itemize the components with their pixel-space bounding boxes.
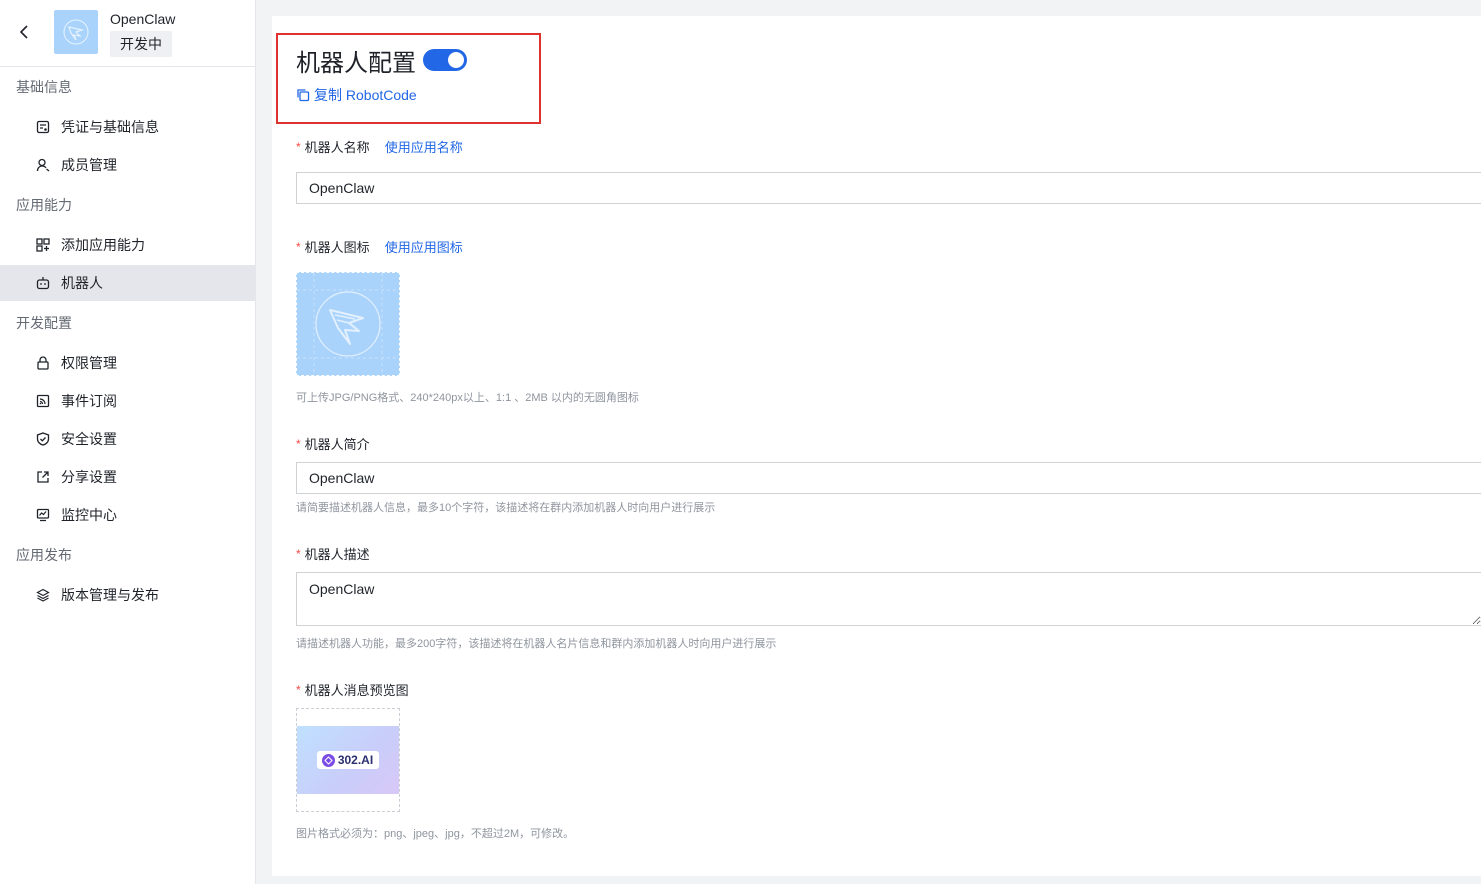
app-name: OpenClaw	[110, 11, 176, 27]
nav-group-capabilities: 应用能力	[16, 197, 72, 213]
brand-chip: 302.AI	[316, 751, 380, 769]
sidebar-item-security[interactable]: 安全设置	[0, 421, 255, 457]
robot-preview-hint: 图片格式必须为：png、jpeg、jpg，不超过2M，可修改。	[296, 828, 575, 840]
robot-desc-label: * 机器人描述	[296, 544, 370, 563]
robot-name-label-text: 机器人名称	[304, 140, 370, 155]
sidebar-item-share[interactable]: 分享设置	[0, 459, 255, 495]
sidebar-item-members[interactable]: 成员管理	[0, 147, 255, 183]
preview-image: 302.AI	[297, 726, 399, 794]
sidebar-item-monitor[interactable]: 监控中心	[0, 497, 255, 533]
back-button[interactable]	[14, 22, 34, 42]
robot-desc-hint: 请描述机器人功能，最多200字符，该描述将在机器人名片信息和群内添加机器人时向用…	[296, 638, 777, 650]
required-mark: *	[296, 546, 301, 561]
robot-name-input[interactable]	[296, 172, 1481, 204]
robot-icon	[36, 276, 50, 290]
use-app-icon-link[interactable]: 使用应用图标	[385, 237, 463, 256]
sidebar-item-label: 监控中心	[61, 507, 117, 523]
robot-config-panel: 机器人配置 复制 RobotCode * 机器人名称 使用应用名称 * 机器人图…	[272, 16, 1481, 876]
robot-icon-label-text: 机器人图标	[304, 240, 370, 255]
sidebar-item-label: 安全设置	[61, 431, 117, 447]
sidebar-item-versions[interactable]: 版本管理与发布	[0, 577, 255, 613]
robot-avatar-icon	[297, 273, 399, 375]
robot-intro-label: * 机器人简介	[296, 434, 370, 453]
app-logo	[54, 10, 98, 54]
sidebar-item-label: 添加应用能力	[61, 237, 145, 253]
sidebar-item-credentials[interactable]: 凭证与基础信息	[0, 109, 255, 145]
required-mark: *	[296, 139, 301, 154]
sidebar-item-label: 分享设置	[61, 469, 117, 485]
sidebar: OpenClaw 开发中 基础信息 凭证与基础信息 成员管理 应用能力 添加应用…	[0, 0, 256, 884]
nav-group-release: 应用发布	[16, 547, 72, 563]
copy-icon	[297, 89, 310, 102]
copy-robotcode-label: 复制 RobotCode	[314, 87, 417, 103]
required-mark: *	[296, 436, 301, 451]
brand-text: 302.AI	[337, 753, 374, 767]
robot-name-label: * 机器人名称 使用应用名称	[296, 137, 463, 156]
robot-icon-label: * 机器人图标 使用应用图标	[296, 237, 463, 256]
use-app-name-link[interactable]: 使用应用名称	[385, 137, 463, 156]
robot-preview-upload[interactable]: 302.AI	[296, 708, 400, 812]
sidebar-item-label: 权限管理	[61, 355, 117, 371]
robot-icon-hint: 可上传JPG/PNG格式、240*240px以上、1:1 、2MB 以内的无圆角…	[296, 392, 639, 404]
user-icon	[36, 158, 50, 172]
sidebar-item-label: 事件订阅	[61, 393, 117, 409]
brand-logo-icon	[321, 753, 335, 767]
sidebar-item-label: 成员管理	[61, 157, 117, 173]
apps-icon	[36, 238, 50, 252]
app-header: OpenClaw 开发中	[0, 0, 255, 67]
robot-intro-hint: 请简要描述机器人信息，最多10个字符，该描述将在群内添加机器人时向用户进行展示	[296, 502, 716, 514]
credential-icon	[36, 120, 50, 134]
sidebar-item-robot[interactable]: 机器人	[0, 265, 255, 301]
layers-icon	[36, 588, 50, 602]
share-icon	[36, 470, 50, 484]
robot-intro-label-text: 机器人简介	[304, 437, 370, 452]
page-title: 机器人配置	[296, 50, 416, 77]
nav-group-basic: 基础信息	[16, 79, 72, 95]
nav-group-dev-config: 开发配置	[16, 315, 72, 331]
robot-intro-input[interactable]	[296, 462, 1481, 494]
copy-robotcode-button[interactable]: 复制 RobotCode	[296, 85, 417, 105]
robot-preview-label: * 机器人消息预览图	[296, 680, 409, 699]
sidebar-item-events[interactable]: 事件订阅	[0, 383, 255, 419]
sidebar-item-label: 凭证与基础信息	[61, 119, 159, 135]
robot-desc-textarea[interactable]: OpenClaw	[296, 572, 1481, 626]
required-mark: *	[296, 239, 301, 254]
sidebar-item-permissions[interactable]: 权限管理	[0, 345, 255, 381]
sidebar-item-label: 机器人	[61, 275, 103, 291]
lock-icon	[36, 356, 50, 370]
required-mark: *	[296, 682, 301, 697]
app-status-badge: 开发中	[110, 31, 172, 57]
robot-icon-upload[interactable]	[296, 272, 400, 376]
robot-preview-label-text: 机器人消息预览图	[304, 683, 409, 698]
sidebar-item-label: 版本管理与发布	[61, 587, 159, 603]
monitor-icon	[36, 508, 50, 522]
chevron-left-icon	[19, 25, 28, 39]
robot-enable-toggle[interactable]	[423, 49, 467, 71]
shield-icon	[36, 432, 50, 446]
app-logo-icon	[63, 19, 89, 45]
rss-icon	[36, 394, 50, 408]
robot-desc-label-text: 机器人描述	[304, 547, 370, 562]
sidebar-item-add-capability[interactable]: 添加应用能力	[0, 227, 255, 263]
